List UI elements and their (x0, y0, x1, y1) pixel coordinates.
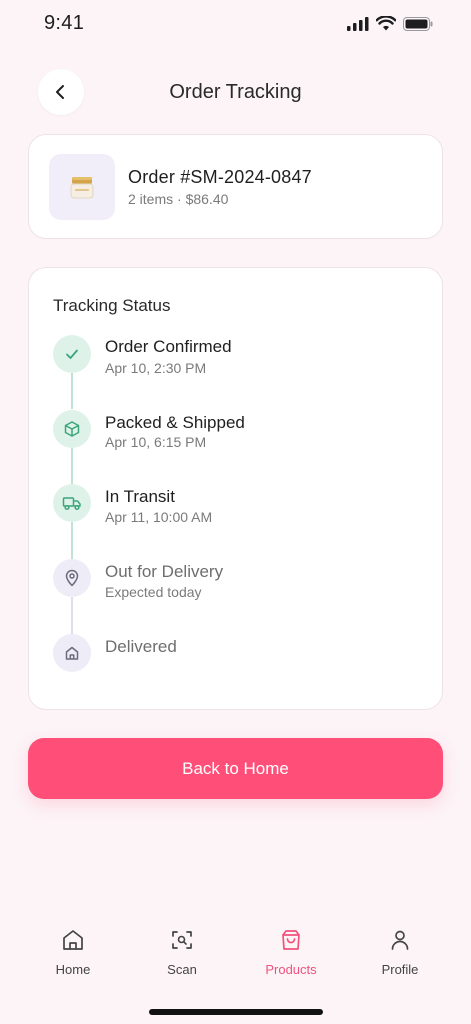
check-icon (66, 349, 78, 359)
home-icon (63, 930, 83, 950)
wifi-icon (376, 16, 396, 31)
home-icon (65, 646, 79, 660)
page-title: Order Tracking (169, 81, 302, 103)
tracking-status-card: Tracking Status Order Confirmed Apr 10, … (28, 267, 443, 710)
step-label: Order Confirmed (105, 337, 232, 356)
step-label: Packed & Shipped (105, 413, 245, 432)
step-status-circle (53, 634, 91, 672)
tab-label: Scan (167, 962, 197, 977)
step-status-circle (53, 335, 91, 373)
timeline-connector (71, 597, 73, 634)
order-meta: 2 items · $86.40 (128, 191, 229, 207)
timeline-connector (71, 522, 73, 559)
tab-label: Profile (381, 962, 419, 977)
timeline-connector (71, 372, 73, 409)
status-icons (347, 16, 433, 31)
step-label: Out for Delivery (105, 562, 224, 581)
tab-profile[interactable]: Profile (355, 922, 445, 982)
home-indicator[interactable] (149, 1009, 323, 1015)
scan-icon (172, 931, 192, 949)
tab-label: Home (55, 962, 91, 977)
tab-label: Products (265, 962, 317, 977)
back-to-home-button[interactable]: Back to Home (28, 738, 443, 799)
tab-home[interactable]: Home (28, 922, 118, 982)
battery-icon (403, 16, 433, 31)
product-thumbnail (49, 154, 115, 220)
cream-jar-icon (70, 177, 94, 199)
timeline-connector (71, 447, 73, 484)
step-time: Expected today (105, 584, 202, 600)
order-id: Order #SM-2024-0847 (128, 167, 312, 187)
shopping-bag-icon (282, 930, 300, 950)
order-summary-card[interactable]: Order #SM-2024-0847 2 items · $86.40 (28, 134, 443, 239)
step-time: Apr 10, 6:15 PM (105, 434, 207, 450)
step-label: Delivered (105, 637, 177, 656)
step-label: In Transit (105, 487, 175, 506)
tracking-title: Tracking Status (53, 296, 171, 315)
truck-icon (62, 497, 81, 511)
signal-icon (347, 16, 369, 31)
location-pin-icon (65, 569, 79, 587)
step-time: Apr 11, 10:00 AM (105, 509, 213, 525)
header: Order Tracking (0, 66, 471, 120)
user-icon (391, 930, 409, 950)
box-icon (64, 421, 80, 437)
step-time: Apr 10, 2:30 PM (105, 360, 207, 376)
tab-products[interactable]: Products (246, 922, 336, 982)
step-status-circle (53, 559, 91, 597)
step-status-circle (53, 410, 91, 448)
tab-scan[interactable]: Scan (137, 922, 227, 982)
status-time: 9:41 (44, 12, 85, 34)
status-bar: 9:41 (0, 0, 471, 52)
bottom-tab-bar: Home Scan Products Profile (0, 922, 471, 982)
step-status-circle (53, 484, 91, 522)
